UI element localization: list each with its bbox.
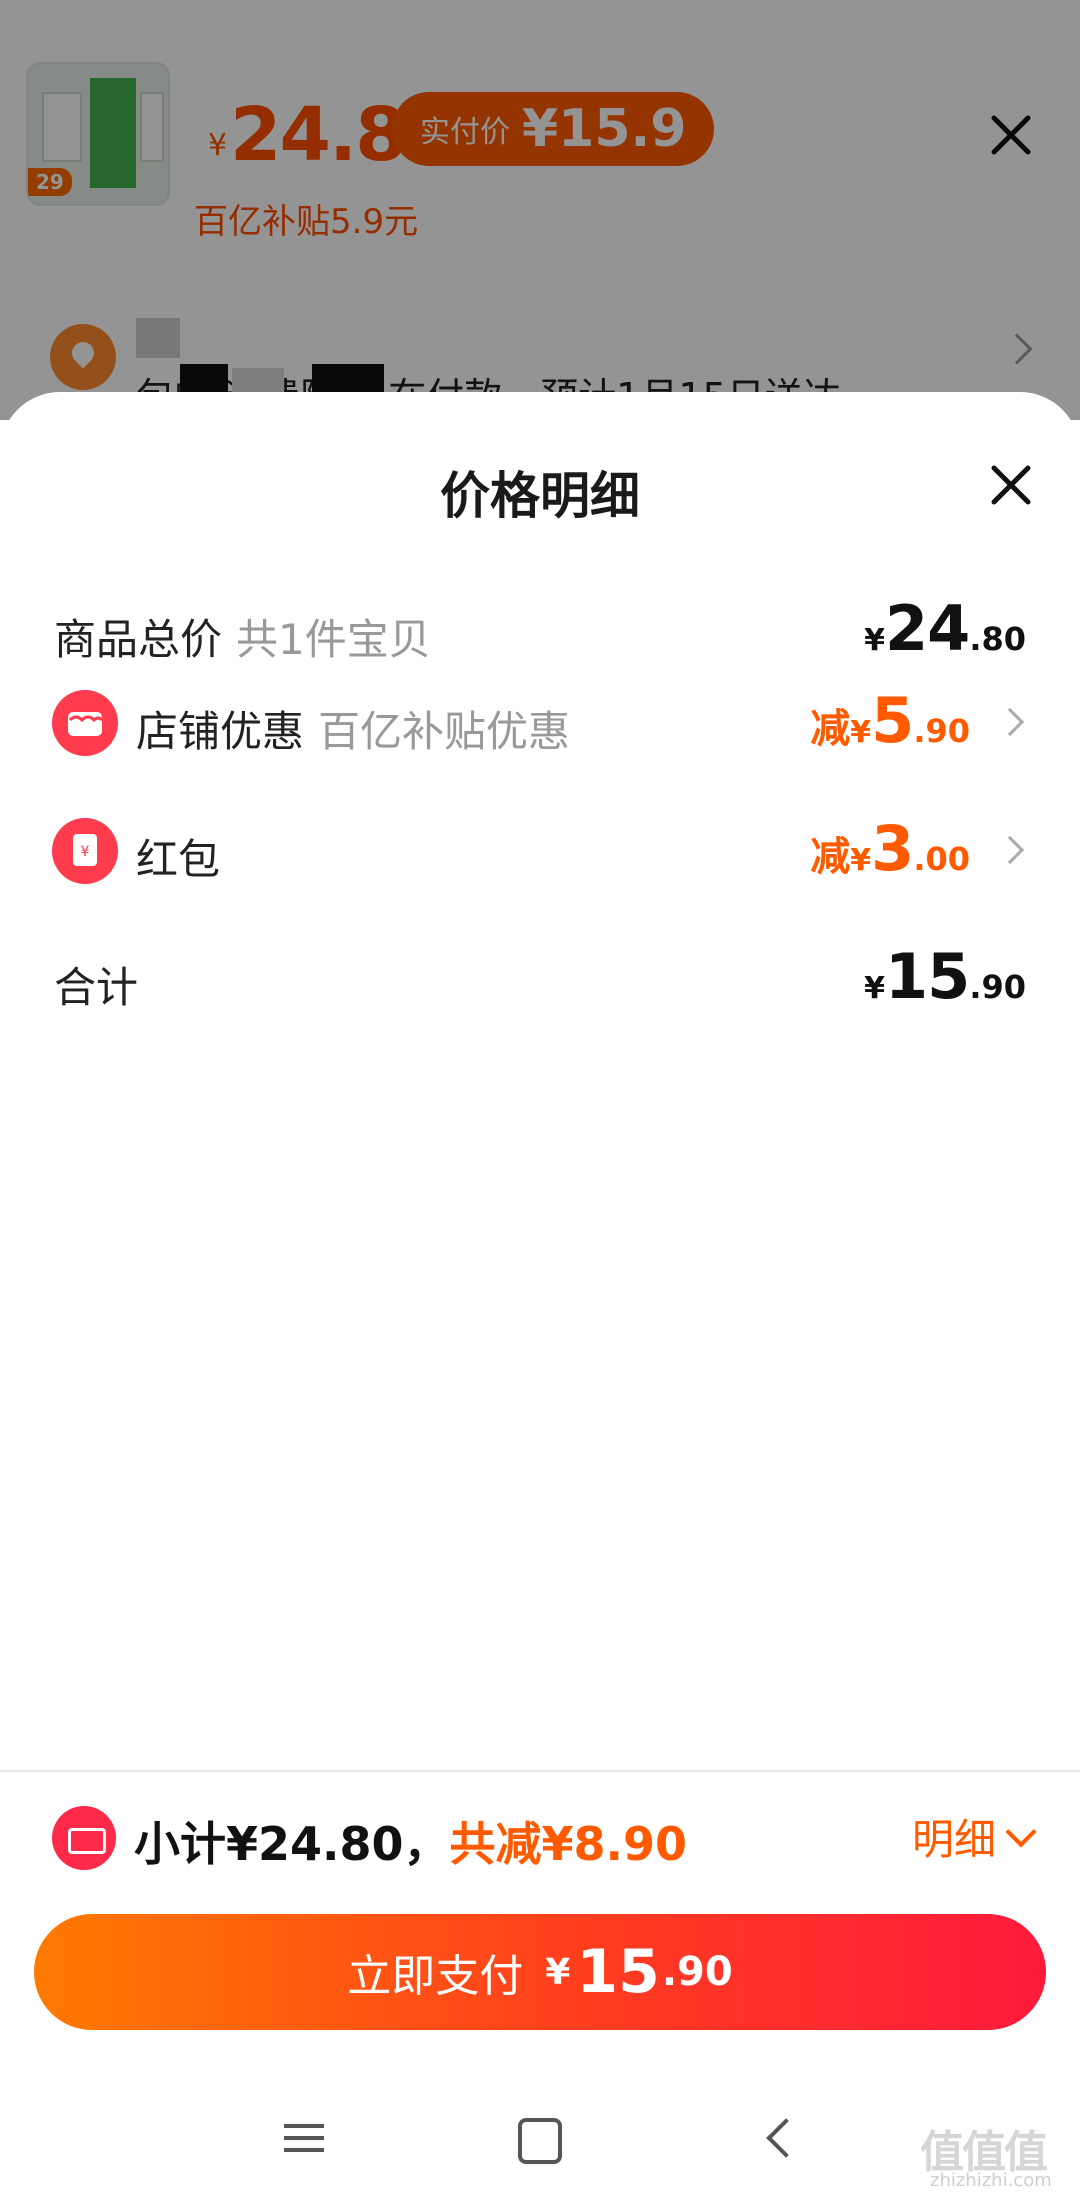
svg-text:¥: ¥: [81, 844, 90, 860]
sheet-title: 价格明细: [440, 467, 640, 525]
checkout-screen: 29 ¥ 24.8 实付价 ¥15.9 百亿补贴5.9元 包邮 运费险 现在付款…: [0, 0, 1080, 2201]
chevron-right-icon[interactable]: [995, 707, 1025, 737]
menu-line: [284, 2148, 324, 2152]
pay-amount-int: 15: [576, 1937, 660, 2007]
currency-symbol: ¥: [850, 843, 872, 878]
currency-symbol: ¥: [850, 715, 872, 750]
pay-amount-dec: .90: [661, 1949, 733, 1995]
row-red-envelope[interactable]: ¥ 红包 减 ¥ 3 .00: [0, 812, 1080, 892]
row-label-text: 店铺优惠: [136, 707, 305, 756]
detail-toggle[interactable]: 明细: [912, 1806, 1037, 1867]
amount-int: 15: [885, 940, 970, 1013]
price-summary: 小计¥24.80，共减¥8.90: [134, 1808, 687, 1874]
back-icon[interactable]: [750, 2108, 810, 2168]
row-label-text: 合计: [54, 963, 139, 1012]
row-label: 合计: [54, 954, 138, 1015]
amount-dec: .80: [969, 620, 1026, 658]
row-label: 红包: [136, 826, 220, 887]
amount-int: 3: [871, 812, 914, 885]
menu-line: [284, 2124, 324, 2128]
currency-symbol: ¥: [864, 971, 886, 1006]
modal-backdrop[interactable]: [0, 0, 1080, 420]
close-icon[interactable]: [988, 462, 1034, 508]
discount-total-text: 共减¥8.90: [449, 1817, 688, 1871]
detail-toggle-label: 明细: [912, 1815, 997, 1864]
home-icon[interactable]: [506, 2108, 566, 2168]
row-total: 合计 ¥ 15 .90: [0, 940, 1080, 1020]
row-goods-total: 商品总价 共1件宝贝 ¥ 24 .80: [0, 592, 1080, 672]
amount-dec: .90: [913, 712, 970, 750]
row-label: 店铺优惠 百亿补贴优惠: [136, 698, 570, 759]
recent-apps-icon[interactable]: [274, 2108, 334, 2168]
row-amount: 减 ¥ 5 .90: [810, 684, 970, 757]
row-label-text: 红包: [136, 835, 221, 884]
pay-currency: ¥: [545, 1951, 571, 1993]
amount-int: 5: [871, 684, 914, 757]
pay-now-button[interactable]: 立即支付 ¥ 15 .90: [34, 1914, 1046, 2030]
chevron-down-icon: [1005, 1815, 1037, 1848]
amount-int: 24: [885, 592, 970, 665]
subtotal-text: 小计¥24.80，: [134, 1817, 450, 1871]
amount-dec: .90: [969, 968, 1026, 1006]
row-label: 商品总价 共1件宝贝: [54, 606, 431, 667]
row-sub-text: 百亿补贴优惠: [318, 707, 571, 756]
amount-dec: .00: [913, 840, 970, 878]
amount-prefix: 减: [810, 706, 851, 752]
currency-symbol: ¥: [864, 623, 886, 658]
store-icon: [52, 690, 118, 756]
row-sub-text: 共1件宝贝: [236, 615, 431, 664]
divider: [0, 1770, 1080, 1772]
row-amount: ¥ 15 .90: [864, 940, 1026, 1013]
coupon-icon: [52, 1806, 116, 1870]
red-envelope-icon: ¥: [52, 818, 118, 884]
row-amount: 减 ¥ 3 .00: [810, 812, 970, 885]
row-store-discount[interactable]: 店铺优惠 百亿补贴优惠 减 ¥ 5 .90: [0, 684, 1080, 764]
pay-button-label: 立即支付: [347, 1951, 524, 2002]
menu-line: [284, 2136, 324, 2140]
watermark-url: zhizhizhi.com: [930, 2170, 1052, 2191]
row-label-text: 商品总价: [54, 615, 223, 664]
chevron-right-icon[interactable]: [995, 835, 1025, 865]
row-amount: ¥ 24 .80: [864, 592, 1026, 665]
amount-prefix: 减: [810, 834, 851, 880]
